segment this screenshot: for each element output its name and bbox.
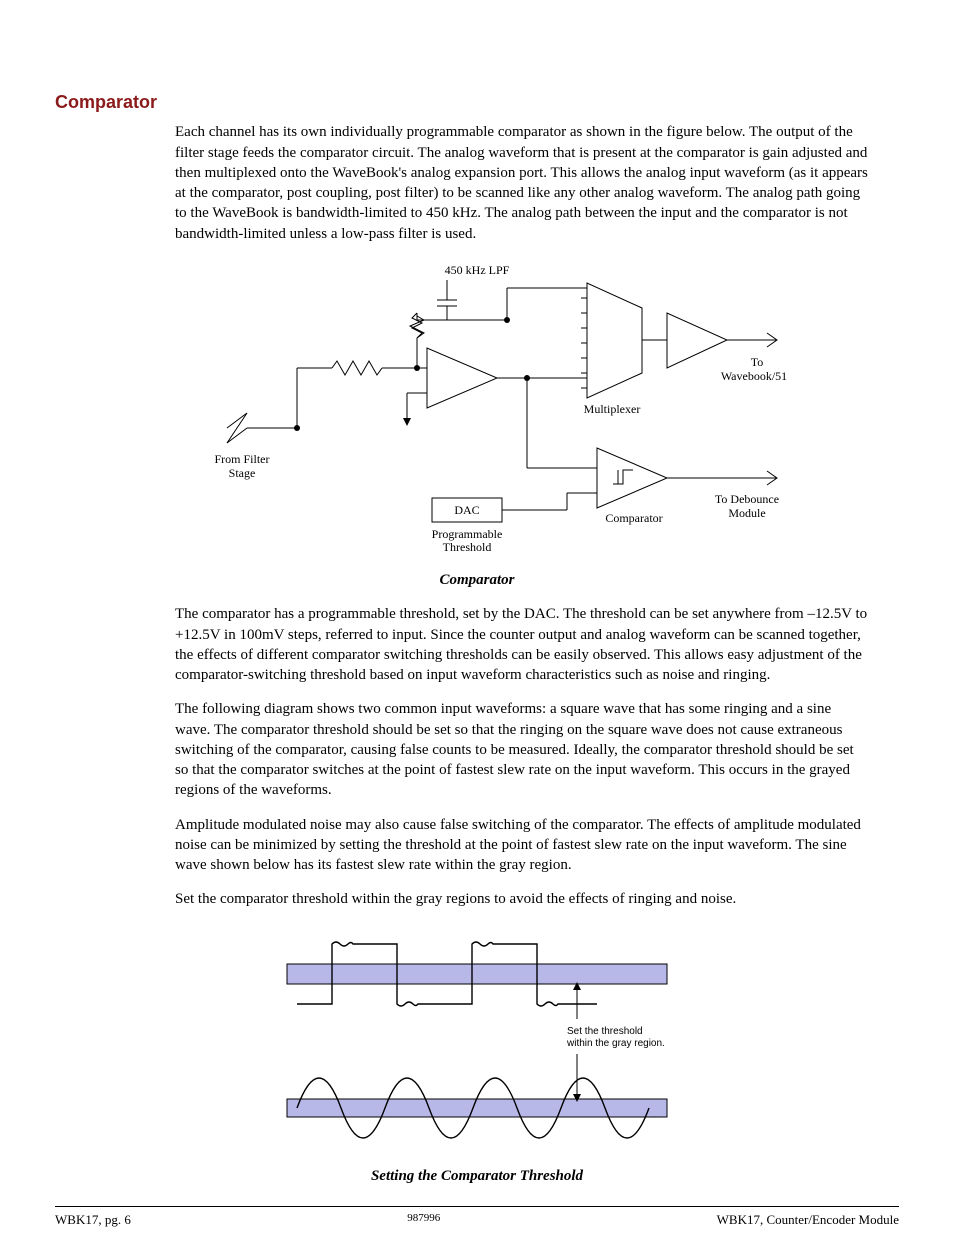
paragraph-3: The following diagram shows two common i… (175, 699, 869, 800)
paragraph-4: Amplitude modulated noise may also cause… (175, 815, 869, 876)
footer-right: WBK17, Counter/Encoder Module (717, 1211, 899, 1229)
to-wb-l2: Wavebook/516 (721, 369, 787, 383)
threshold-diagram: Set the threshold within the gray region… (55, 924, 899, 1160)
from-filter-l1: From Filter (214, 452, 269, 466)
paragraph-5: Set the comparator threshold within the … (175, 889, 869, 909)
fig2-caption: Setting the Comparator Threshold (55, 1166, 899, 1186)
fig1-caption: Comparator (55, 570, 899, 590)
paragraph-1: Each channel has its own individually pr… (175, 122, 869, 244)
dac-label: DAC (454, 503, 479, 517)
page-footer: WBK17, pg. 6 987996 WBK17, Counter/Encod… (55, 1206, 899, 1229)
annot-l2: within the gray region. (566, 1038, 665, 1049)
from-filter-l2: Stage (229, 466, 256, 480)
to-deb-l1: To Debounce (715, 492, 779, 506)
prog-l2: Threshold (443, 540, 492, 554)
lpf-label: 450 kHz LPF (445, 263, 510, 277)
footer-center: 987996 (407, 1211, 440, 1229)
comparator-label: Comparator (605, 511, 662, 525)
section-heading: Comparator (55, 90, 899, 114)
prog-l1: Programmable (432, 527, 503, 541)
paragraph-2: The comparator has a programmable thresh… (175, 604, 869, 685)
annot-l1: Set the threshold (567, 1026, 643, 1037)
to-deb-l2: Module (728, 506, 765, 520)
footer-left: WBK17, pg. 6 (55, 1211, 131, 1229)
to-wb-l1: To (751, 355, 764, 369)
comparator-diagram: 450 kHz LPF From Filter Stage (55, 258, 899, 564)
mux-label: Multiplexer (584, 402, 641, 416)
